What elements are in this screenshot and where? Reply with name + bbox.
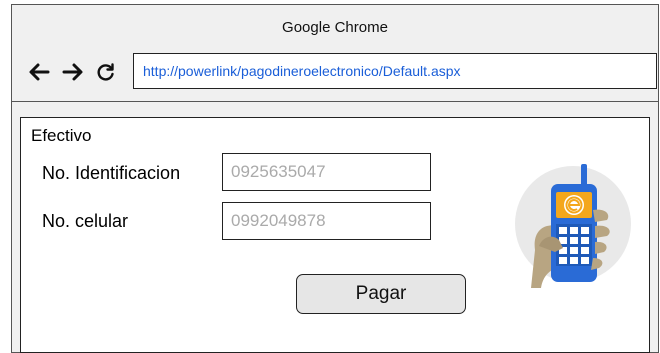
phone-input[interactable]: [222, 202, 431, 240]
browser-window: Google Chrome http://powerlink/pagodiner…: [11, 4, 659, 353]
toolbar-divider: [12, 101, 658, 102]
forward-arrow-icon[interactable]: [60, 57, 86, 87]
phone-label: No. celular: [42, 211, 129, 231]
pay-button[interactable]: Pagar: [296, 274, 466, 314]
reload-icon[interactable]: [93, 57, 119, 87]
browser-toolbar: http://powerlink/pagodineroelectronico/D…: [12, 51, 658, 101]
mobile-payment-phone-icon: [509, 148, 639, 288]
section-title: Efectivo: [31, 126, 92, 145]
identification-input[interactable]: [222, 153, 431, 191]
address-bar[interactable]: http://powerlink/pagodineroelectronico/D…: [133, 53, 657, 89]
payment-panel: Efectivo No. Identificacion No. celular …: [20, 117, 650, 353]
back-arrow-icon[interactable]: [26, 57, 52, 87]
window-title: Google Chrome: [282, 19, 388, 36]
identification-label: No. Identificacion: [42, 163, 181, 183]
